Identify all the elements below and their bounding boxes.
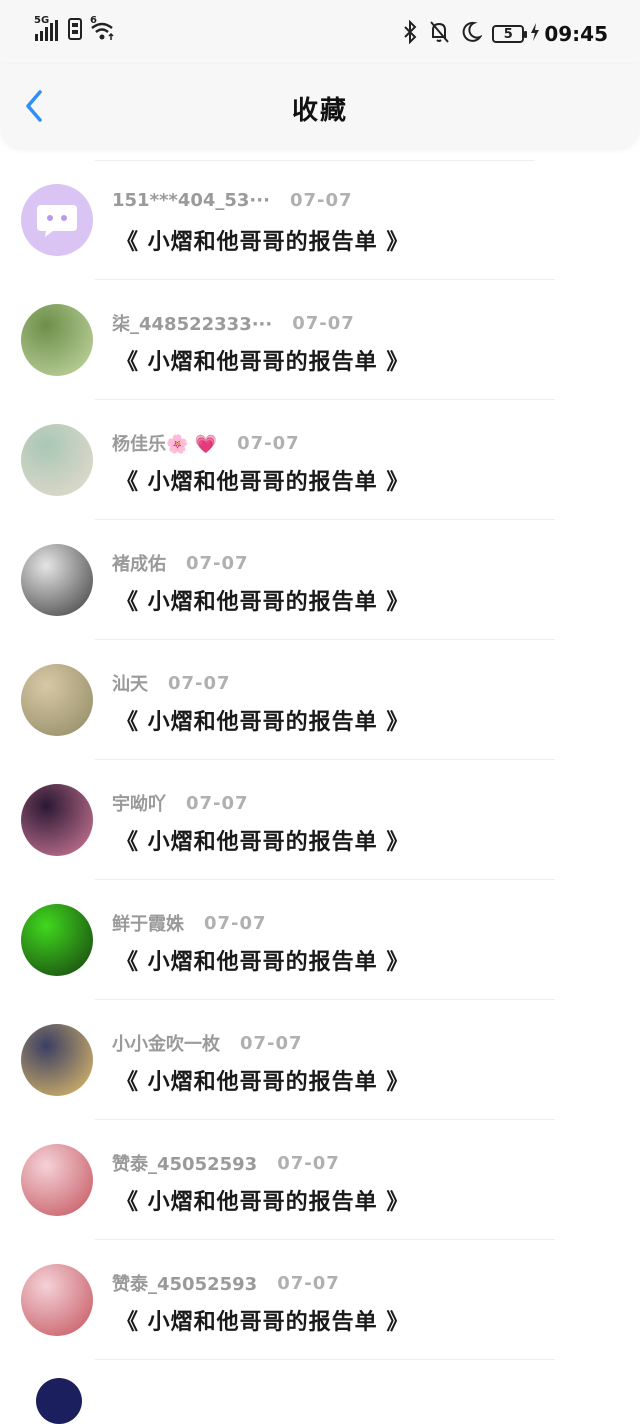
status-right: 5 09:45 <box>402 19 608 48</box>
moon-icon <box>460 20 484 48</box>
item-date: 07-07 <box>204 912 267 934</box>
battery-level: 5 <box>503 26 513 42</box>
user-name: 宇呦吖 <box>112 794 166 815</box>
battery-icon: 5 <box>492 25 528 43</box>
wifi-badge: 6 <box>90 15 97 26</box>
avatar[interactable] <box>21 1144 93 1216</box>
user-name: 杨佳乐🌸 💗 <box>112 434 218 455</box>
user-name: 汕天 <box>112 674 148 695</box>
avatar[interactable] <box>21 304 93 376</box>
charging-icon <box>530 22 540 46</box>
book-title[interactable]: 《 小熠和他哥哥的报告单 》 <box>116 1184 409 1216</box>
list-item[interactable]: 小小金吹一枚 07-07 《 小熠和他哥哥的报告单 》 <box>0 1000 640 1120</box>
list-item[interactable]: 鲜于霞姝 07-07 《 小熠和他哥哥的报告单 》 <box>0 880 640 1000</box>
item-meta: 鲜于霞姝 07-07 <box>112 910 267 936</box>
item-date: 07-07 <box>277 1272 340 1294</box>
item-meta: 褚成佑 07-07 <box>112 550 249 576</box>
divider <box>95 1359 555 1360</box>
user-name: 鲜于霞姝 <box>112 914 184 935</box>
book-title[interactable]: 《 小熠和他哥哥的报告单 》 <box>116 464 409 496</box>
item-date: 07-07 <box>168 672 231 694</box>
mute-bell-icon <box>428 20 450 48</box>
list-item[interactable]: 汕天 07-07 《 小熠和他哥哥的报告单 》 <box>0 640 640 760</box>
item-date: 07-07 <box>186 552 249 574</box>
item-meta: 汕天 07-07 <box>112 670 231 696</box>
sim-icon <box>68 18 82 44</box>
avatar[interactable] <box>21 904 93 976</box>
chat-bubble-icon <box>37 205 77 237</box>
list-item[interactable]: 柒_448522333··· 07-07 《 小熠和他哥哥的报告单 》 <box>0 280 640 400</box>
item-meta: 赞泰_45052593 07-07 <box>112 1270 340 1296</box>
favorites-list: 151***404_53··· 07-07 《 小熠和他哥哥的报告单 》柒_4485… <box>0 160 640 1360</box>
signal-icon: 5G <box>34 15 60 43</box>
clock: 09:45 <box>544 22 608 46</box>
avatar[interactable] <box>21 544 93 616</box>
status-left: 5G 6 <box>34 15 116 44</box>
avatar[interactable] <box>21 664 93 736</box>
avatar[interactable] <box>21 784 93 856</box>
page-title: 收藏 <box>291 96 348 126</box>
item-meta: 赞泰_45052593 07-07 <box>112 1150 340 1176</box>
book-title[interactable]: 《 小熠和他哥哥的报告单 》 <box>116 344 409 376</box>
avatar[interactable] <box>21 1024 93 1096</box>
user-name: 赞泰_45052593 <box>112 1154 258 1175</box>
book-title[interactable]: 《 小熠和他哥哥的报告单 》 <box>116 944 409 976</box>
book-title[interactable]: 《 小熠和他哥哥的报告单 》 <box>116 1304 409 1336</box>
avatar[interactable] <box>21 424 93 496</box>
item-meta: 151***404_53··· 07-07 <box>112 190 353 211</box>
user-name: 小小金吹一枚 <box>112 1034 220 1055</box>
item-date: 07-07 <box>289 190 353 211</box>
avatar[interactable] <box>21 1264 93 1336</box>
item-date: 07-07 <box>186 792 249 814</box>
book-title[interactable]: 《 小熠和他哥哥的报告单 》 <box>116 1064 409 1096</box>
user-name: 褚成佑 <box>112 554 166 575</box>
user-name: 赞泰_45052593 <box>112 1274 258 1295</box>
item-date: 07-07 <box>292 312 355 334</box>
book-title[interactable]: 《 小熠和他哥哥的报告单 》 <box>116 824 409 856</box>
list-item[interactable]: 宇呦吖 07-07 《 小熠和他哥哥的报告单 》 <box>0 760 640 880</box>
item-meta: 杨佳乐🌸 💗 07-07 <box>112 430 300 456</box>
nav-header: 收藏 <box>0 64 640 148</box>
wifi-icon: 6 <box>90 15 116 42</box>
list-item[interactable]: 151***404_53··· 07-07 《 小熠和他哥哥的报告单 》 <box>0 160 640 280</box>
list-item[interactable]: 赞泰_45052593 07-07 《 小熠和他哥哥的报告单 》 <box>0 1120 640 1240</box>
bluetooth-icon <box>402 19 418 48</box>
item-date: 07-07 <box>277 1152 340 1174</box>
item-meta: 小小金吹一枚 07-07 <box>112 1030 303 1056</box>
item-meta: 柒_448522333··· 07-07 <box>112 310 355 336</box>
item-meta: 宇呦吖 07-07 <box>112 790 249 816</box>
user-name: 151***404_53··· <box>112 190 270 211</box>
user-name: 柒_448522333··· <box>112 314 273 335</box>
book-title[interactable]: 《 小熠和他哥哥的报告单 》 <box>116 224 409 256</box>
list-item[interactable]: 褚成佑 07-07 《 小熠和他哥哥的报告单 》 <box>0 520 640 640</box>
status-bar: 5G 6 5 09:45 <box>0 0 640 64</box>
item-date: 07-07 <box>237 432 300 454</box>
avatar-partial <box>36 1378 82 1424</box>
avatar[interactable] <box>21 184 93 256</box>
list-item[interactable]: 赞泰_45052593 07-07 《 小熠和他哥哥的报告单 》 <box>0 1240 640 1360</box>
item-date: 07-07 <box>240 1032 303 1054</box>
list-item[interactable]: 杨佳乐🌸 💗 07-07 《 小熠和他哥哥的报告单 》 <box>0 400 640 520</box>
book-title[interactable]: 《 小熠和他哥哥的报告单 》 <box>116 584 409 616</box>
book-title[interactable]: 《 小熠和他哥哥的报告单 》 <box>116 704 409 736</box>
